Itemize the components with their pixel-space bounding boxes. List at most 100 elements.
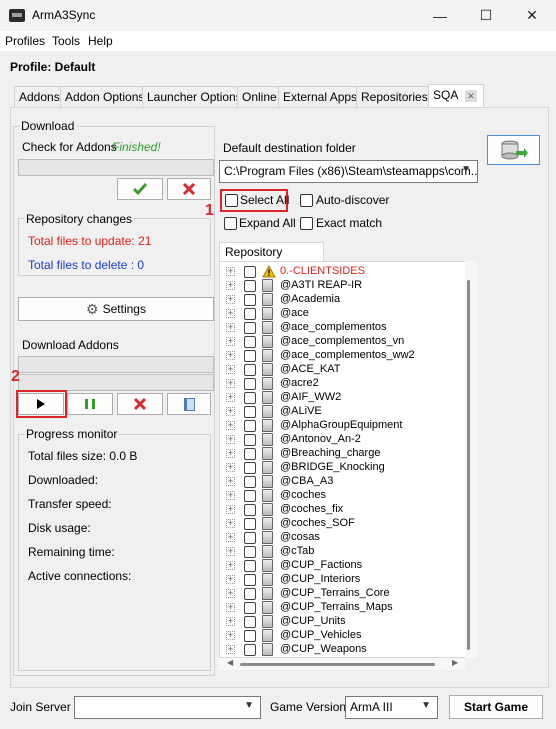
tree-item[interactable]: + @coches_SOF [220, 517, 460, 531]
tree-item[interactable]: + @CUP_Terrains_Maps [220, 601, 460, 615]
tree-item-checkbox[interactable] [244, 336, 256, 348]
tree-item-checkbox[interactable] [244, 490, 256, 502]
expand-icon[interactable]: + [226, 645, 235, 654]
tree-item-checkbox[interactable] [244, 476, 256, 488]
tree-item[interactable]: + @coches_fix [220, 503, 460, 517]
tree-scroll-thumb[interactable] [467, 280, 470, 650]
tab-sqa[interactable]: SQA ✕ [428, 84, 484, 107]
settings-button[interactable]: ⚙ Settings [18, 297, 214, 321]
tree-item-checkbox[interactable] [244, 462, 256, 474]
tab-addon-options[interactable]: Addon Options [60, 86, 150, 107]
expand-icon[interactable]: + [226, 589, 235, 598]
tab-external-apps[interactable]: External Apps [278, 86, 363, 107]
tree-item[interactable]: + @BRIDGE_Knocking [220, 461, 460, 475]
start-game-button[interactable]: Start Game [449, 695, 543, 719]
tree-item[interactable]: + @CUP_Terrains_Core [220, 587, 460, 601]
tree-item-checkbox[interactable] [244, 546, 256, 558]
tree-item-checkbox[interactable] [244, 602, 256, 614]
tree-item[interactable]: +0.-CLIENTSIDES [220, 264, 460, 279]
scroll-right-icon[interactable]: ▶ [452, 658, 460, 668]
tree-item-checkbox[interactable] [244, 644, 256, 656]
tree-item[interactable]: + @ACE_KAT [220, 363, 460, 377]
expand-icon[interactable]: + [226, 267, 235, 276]
tree-item-checkbox[interactable] [244, 308, 256, 320]
expand-icon[interactable]: + [226, 603, 235, 612]
tree-item[interactable]: + @acre2 [220, 377, 460, 391]
expand-icon[interactable]: + [226, 463, 235, 472]
pause-button[interactable] [67, 393, 113, 415]
tree-item-checkbox[interactable] [244, 532, 256, 544]
expand-icon[interactable]: + [226, 351, 235, 360]
tree-item-checkbox[interactable] [244, 280, 256, 292]
expand-icon[interactable]: + [226, 393, 235, 402]
tree-item-checkbox[interactable] [244, 266, 256, 278]
expand-icon[interactable]: + [226, 365, 235, 374]
expand-icon[interactable]: + [226, 323, 235, 332]
expand-icon[interactable]: + [226, 295, 235, 304]
expand-icon[interactable]: + [226, 309, 235, 318]
tree-item-checkbox[interactable] [244, 420, 256, 432]
tree-item-checkbox[interactable] [244, 630, 256, 642]
tree-item-checkbox[interactable] [244, 504, 256, 516]
tree-item[interactable]: + @ace_complementos [220, 321, 460, 335]
expand-icon[interactable]: + [226, 561, 235, 570]
menu-help[interactable]: Help [88, 34, 113, 48]
close-tab-icon[interactable]: ✕ [465, 90, 478, 102]
tree-item[interactable]: + @Academia [220, 293, 460, 307]
tree-item-checkbox[interactable] [244, 378, 256, 390]
cancel-check-button[interactable] [167, 178, 211, 200]
expand-all-checkbox[interactable] [224, 217, 237, 230]
tree-item[interactable]: + @cTab [220, 545, 460, 559]
tree-item-checkbox[interactable] [244, 588, 256, 600]
tree-item[interactable]: + @ALiVE [220, 405, 460, 419]
expand-icon[interactable]: + [226, 547, 235, 556]
tree-item-checkbox[interactable] [244, 392, 256, 404]
tree-item-checkbox[interactable] [244, 518, 256, 530]
expand-icon[interactable]: + [226, 631, 235, 640]
join-server-select[interactable]: ▼ [74, 696, 261, 719]
tree-item-checkbox[interactable] [244, 616, 256, 628]
scroll-left-icon[interactable]: ◀ [227, 658, 235, 668]
maximize-button[interactable]: ☐ [463, 0, 509, 31]
select-all-checkbox[interactable] [225, 194, 238, 207]
expand-icon[interactable]: + [226, 337, 235, 346]
tree-item-checkbox[interactable] [244, 322, 256, 334]
auto-discover-checkbox[interactable] [300, 194, 313, 207]
repository-content-tab[interactable]: Repository content [219, 242, 324, 273]
report-button[interactable] [167, 393, 211, 415]
tab-launcher-options[interactable]: Launcher Options [142, 86, 247, 107]
expand-icon[interactable]: + [226, 281, 235, 290]
tree-item[interactable]: + @CBA_A3 [220, 475, 460, 489]
tree-item-checkbox[interactable] [244, 574, 256, 586]
tree-item[interactable]: + @Antonov_An-2 [220, 433, 460, 447]
minimize-button[interactable]: — [417, 0, 463, 31]
exact-match-checkbox[interactable] [300, 217, 313, 230]
tree-item[interactable]: + @CUP_Interiors [220, 573, 460, 587]
expand-icon[interactable]: + [226, 407, 235, 416]
destination-folder-select[interactable]: C:\Program Files (x86)\Steam\steamapps\c… [219, 160, 478, 183]
expand-icon[interactable]: + [226, 533, 235, 542]
expand-icon[interactable]: + [226, 519, 235, 528]
tree-item[interactable]: + @ace [220, 307, 460, 321]
expand-icon[interactable]: + [226, 617, 235, 626]
tree-item-checkbox[interactable] [244, 294, 256, 306]
tree-item-checkbox[interactable] [244, 434, 256, 446]
menu-profiles[interactable]: Profiles [5, 34, 45, 48]
expand-icon[interactable]: + [226, 491, 235, 500]
expand-icon[interactable]: + [226, 421, 235, 430]
expand-icon[interactable]: + [226, 449, 235, 458]
expand-icon[interactable]: + [226, 379, 235, 388]
tree-item[interactable]: + @cosas [220, 531, 460, 545]
cancel-download-button[interactable] [117, 393, 163, 415]
sync-button[interactable] [487, 135, 540, 165]
tab-repositories[interactable]: Repositories [356, 86, 433, 107]
tree-item[interactable]: + @AIF_WW2 [220, 391, 460, 405]
game-version-select[interactable]: ArmA III ▼ [345, 696, 438, 719]
expand-icon[interactable]: + [226, 477, 235, 486]
tab-addons[interactable]: Addons [14, 86, 65, 107]
tree-item[interactable]: + @AlphaGroupEquipment [220, 419, 460, 433]
tree-item-checkbox[interactable] [244, 560, 256, 572]
tree-item-checkbox[interactable] [244, 350, 256, 362]
expand-icon[interactable]: + [226, 435, 235, 444]
tree-item-checkbox[interactable] [244, 406, 256, 418]
